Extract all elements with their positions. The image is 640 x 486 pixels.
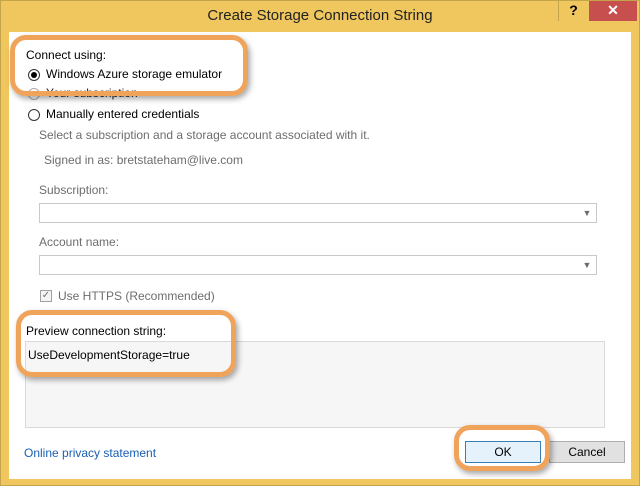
dialog-window: Create Storage Connection String ? ✕ Con… <box>0 0 640 486</box>
cancel-button[interactable]: Cancel <box>549 441 625 463</box>
title-bar[interactable]: Create Storage Connection String ? ✕ <box>1 1 639 31</box>
use-https-checkbox[interactable]: ✓ <box>40 290 52 302</box>
preview-connection-string-value: UseDevelopmentStorage=true <box>28 348 190 362</box>
close-button[interactable]: ✕ <box>589 1 637 21</box>
preview-label: Preview connection string: <box>26 324 167 338</box>
connect-using-label: Connect using: <box>26 48 107 62</box>
radio-your-subscription-label[interactable]: Your subscription <box>46 86 138 100</box>
checkmark-icon: ✓ <box>41 290 51 301</box>
online-privacy-link[interactable]: Online privacy statement <box>24 446 156 460</box>
ok-button[interactable]: OK <box>465 441 541 463</box>
use-https-label[interactable]: Use HTTPS (Recommended) <box>58 289 215 303</box>
radio-manual-credentials[interactable] <box>28 109 40 121</box>
account-name-label: Account name: <box>39 235 120 249</box>
dialog-client-area: Connect using: Windows Azure storage emu… <box>9 32 631 479</box>
account-name-dropdown[interactable]: ▼ <box>39 255 597 275</box>
radio-storage-emulator[interactable] <box>28 69 40 81</box>
chevron-down-icon[interactable]: ▼ <box>578 204 596 222</box>
chevron-down-icon[interactable]: ▼ <box>578 256 596 274</box>
dialog-title: Create Storage Connection String <box>207 7 433 24</box>
subscription-hint: Select a subscription and a storage acco… <box>39 128 370 142</box>
subscription-label: Subscription: <box>39 183 109 197</box>
signed-in-as: Signed in as: bretstateham@live.com <box>44 153 243 167</box>
radio-manual-credentials-label[interactable]: Manually entered credentials <box>46 107 199 121</box>
subscription-dropdown[interactable]: ▼ <box>39 203 597 223</box>
help-button[interactable]: ? <box>558 1 588 21</box>
preview-connection-string-box[interactable]: UseDevelopmentStorage=true <box>25 341 605 428</box>
radio-your-subscription[interactable] <box>28 88 40 100</box>
radio-storage-emulator-label[interactable]: Windows Azure storage emulator <box>46 67 222 81</box>
